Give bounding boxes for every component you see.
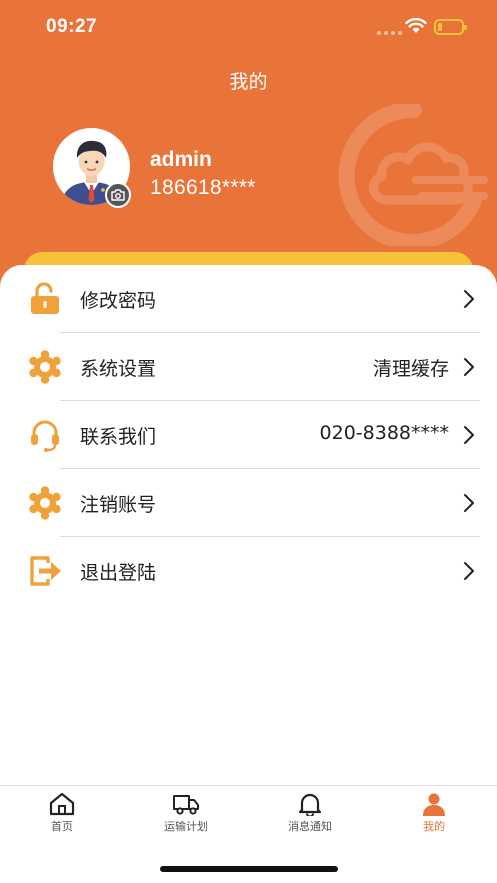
menu-label: 修改密码 [80, 290, 157, 312]
home-indicator [160, 866, 338, 872]
wifi-icon [405, 18, 427, 33]
phone-number: 186618**** [150, 176, 256, 199]
tab-label: 首页 [51, 820, 73, 833]
chevron-right-icon [464, 290, 474, 308]
signal-icon [377, 31, 402, 35]
chevron-right-icon [464, 426, 474, 444]
gear-icon [29, 350, 61, 384]
menu-label: 退出登陆 [80, 562, 157, 584]
menu-item-logout[interactable]: 退出登陆 [0, 537, 497, 605]
headset-icon [31, 420, 59, 452]
tab-label: 运输计划 [164, 820, 208, 833]
tab-mine[interactable]: 我的 [372, 792, 496, 844]
page-title: 我的 [229, 71, 268, 93]
bell-icon [298, 793, 322, 816]
unlock-icon [31, 282, 59, 314]
menu-item-change-password[interactable]: 修改密码 [0, 265, 497, 333]
tab-notifications[interactable]: 消息通知 [248, 792, 372, 844]
tab-home[interactable]: 首页 [0, 792, 124, 844]
logout-icon [30, 556, 61, 586]
menu-item-system-settings[interactable]: 系统设置 清理缓存 [0, 333, 497, 401]
truck-icon [173, 795, 199, 815]
contact-phone-value: 020-8388**** [319, 422, 449, 444]
chevron-right-icon [464, 494, 474, 512]
gear-icon [29, 486, 61, 520]
menu-item-delete-account[interactable]: 注销账号 [0, 469, 497, 537]
menu-label: 联系我们 [80, 426, 157, 448]
menu-label: 系统设置 [80, 358, 157, 380]
camera-icon[interactable] [105, 182, 131, 208]
status-bar: 09:27 [0, 0, 497, 56]
tab-transport-plan[interactable]: 运输计划 [124, 792, 248, 844]
home-icon [49, 792, 75, 816]
cloud-logo-watermark [338, 104, 488, 246]
tab-label: 消息通知 [288, 820, 332, 833]
menu-label: 注销账号 [80, 494, 157, 516]
person-icon [423, 793, 445, 816]
clear-cache-value: 清理缓存 [372, 358, 449, 380]
status-time: 09:27 [46, 16, 98, 37]
menu-sheet: 修改密码 系统设置 清理缓存 联系我们 020-8388**** 注销账号 退出… [0, 265, 497, 785]
chevron-right-icon [464, 358, 474, 376]
battery-icon [434, 19, 467, 35]
tab-label: 我的 [423, 820, 445, 833]
menu-item-contact-us[interactable]: 联系我们 020-8388**** [0, 401, 497, 469]
profile-header: 09:27 我的 admin 186618**** [0, 0, 497, 300]
username: admin [150, 148, 212, 171]
chevron-right-icon [464, 562, 474, 580]
